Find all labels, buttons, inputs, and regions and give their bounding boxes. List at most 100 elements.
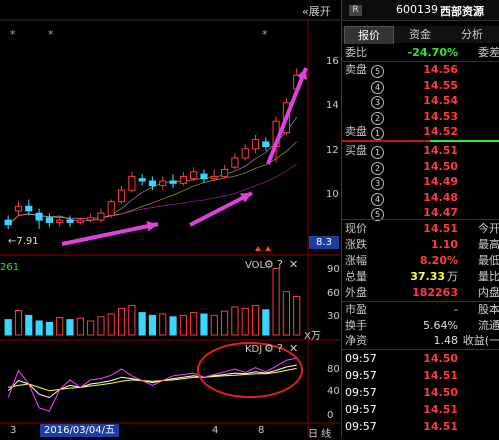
vol-help-icon[interactable]: ? — [277, 258, 283, 271]
period-label[interactable]: 日 线 — [308, 425, 331, 440]
price-axis-label: 10 — [326, 189, 339, 200]
kline-chart[interactable]: * * * «展开 16 14 12 10 8.3 ←7.91 261 VOL ⚙ … — [0, 0, 340, 440]
candle-body — [76, 219, 84, 223]
weicha-label: 委差 — [478, 46, 499, 59]
change-label: 涨跌 — [345, 238, 367, 251]
income-label: 收益(一 — [462, 334, 499, 347]
tick-time: 09:57 — [345, 386, 377, 399]
order-price: 14.53 — [423, 109, 458, 123]
weibi-row: 委比 -24.70% 委差 — [342, 45, 499, 60]
weibi-value: -24.70% — [407, 46, 458, 59]
candle-body — [45, 217, 53, 223]
volume-bar — [76, 317, 84, 336]
current-price-tag: 8.3 — [309, 236, 339, 249]
date-tick: 3 — [10, 425, 17, 436]
order-price: 14.47 — [423, 206, 458, 219]
float-label: 流通 — [478, 319, 499, 332]
order-price: 14.50 — [423, 159, 458, 173]
tab-quote[interactable]: 报价 — [344, 26, 394, 44]
stock-code: 600139 — [396, 3, 438, 16]
volume-bar — [66, 319, 74, 336]
vol-settings-icon[interactable]: ⚙ — [264, 258, 274, 271]
volume-bar — [138, 312, 146, 336]
quote-row: 市盈 - 股本 — [342, 302, 499, 317]
order-price: 14.48 — [423, 190, 458, 204]
open-label: 今开 — [478, 222, 499, 235]
order-book-row[interactable]: 3 14.54 — [342, 93, 499, 109]
star-marker: * — [10, 28, 16, 41]
order-book-row[interactable]: 2 14.50 — [342, 159, 499, 175]
order-book-row[interactable]: 4 14.48 — [342, 190, 499, 206]
volume-bar — [282, 291, 291, 336]
quote-row: 涨幅 8.20% 最低 — [342, 253, 499, 268]
order-side-label: 卖盘 — [345, 125, 367, 138]
volume-bar — [159, 313, 167, 336]
volume-bar — [200, 313, 208, 336]
volume-bar — [179, 314, 187, 336]
order-price: 14.49 — [423, 175, 458, 188]
order-book-row[interactable]: 买盘 1 14.51 — [342, 143, 499, 159]
weibi-label: 委比 — [345, 46, 367, 59]
candle-body — [231, 157, 239, 168]
candle-body — [25, 205, 33, 212]
tick-row: 09:57 14.50 — [342, 351, 499, 366]
candle-body — [262, 141, 270, 147]
order-book-row[interactable]: 2 14.53 — [342, 109, 499, 125]
volume-bar — [128, 305, 136, 336]
tick-row: 09:57 14.51 — [342, 402, 499, 417]
kdj-close-icon[interactable]: ✕ — [289, 342, 298, 355]
candle-body — [138, 178, 146, 182]
current-label: 现价 — [345, 222, 367, 235]
candle-body — [128, 175, 136, 191]
tick-time: 09:57 — [345, 352, 377, 365]
candle-body — [14, 205, 23, 212]
quote-row: 总量 37.33 万 量比 — [342, 269, 499, 284]
price-axis-label: 14 — [326, 100, 339, 111]
tab-funds[interactable]: 资金 — [396, 26, 444, 43]
order-price: 14.56 — [423, 63, 458, 76]
pct-label: 涨幅 — [345, 254, 367, 267]
tick-price: 14.51 — [423, 403, 458, 416]
expand-button[interactable]: «展开 — [302, 3, 331, 19]
kdj-axis-label: 80 — [327, 364, 340, 375]
nav-label: 净资 — [345, 334, 367, 347]
vol-axis-label: X万 — [304, 331, 321, 342]
order-book-row[interactable]: 5 14.47 — [342, 205, 499, 221]
kdj-settings-icon[interactable]: ⚙ — [264, 342, 274, 355]
candle-body — [251, 139, 260, 150]
volume-bar — [25, 314, 33, 336]
order-book-row[interactable]: 4 14.55 — [342, 78, 499, 94]
candle-body — [87, 217, 95, 221]
candle-body — [97, 212, 105, 221]
pct-value: 8.20% — [419, 254, 458, 267]
star-marker: * — [48, 28, 54, 41]
level-number: 4 — [371, 80, 384, 94]
candle-body — [56, 219, 64, 223]
kdj-label: KDJ — [245, 344, 263, 355]
order-book-row[interactable]: 卖盘 1 14.52 — [342, 124, 499, 140]
ma-line — [7, 163, 297, 225]
level-number: 5 — [371, 65, 384, 78]
order-book-row[interactable]: 卖盘 5 14.56 — [342, 62, 499, 78]
volume-bar — [97, 316, 105, 336]
turnover-label: 换手 — [345, 319, 367, 332]
panel-tabs: 报价 资金 分析 — [342, 26, 499, 44]
total-unit: 万 — [447, 270, 458, 283]
inner-label: 内盘 — [478, 286, 499, 299]
amount-label: 量比 — [478, 270, 499, 283]
quote-row: 净资 1.48 收益(一 — [342, 333, 499, 348]
trend-arrow — [266, 67, 308, 165]
volume-bar — [107, 313, 115, 336]
tab-analysis[interactable]: 分析 — [448, 26, 496, 43]
order-book-row[interactable]: 3 14.49 — [342, 174, 499, 190]
kdj-help-icon[interactable]: ? — [277, 342, 283, 355]
volume-bar — [56, 317, 64, 336]
low-annotation: ←7.91 — [8, 236, 39, 247]
volume-bar — [220, 310, 229, 336]
quote-row: 涨跌 1.10 最高 — [342, 237, 499, 252]
level-number: 1 — [371, 146, 384, 159]
volume-bar — [117, 307, 126, 336]
vol-close-icon[interactable]: ✕ — [289, 258, 298, 271]
volume-bar — [35, 320, 43, 336]
stock-header: R 600139 西部资源 — [342, 0, 499, 21]
